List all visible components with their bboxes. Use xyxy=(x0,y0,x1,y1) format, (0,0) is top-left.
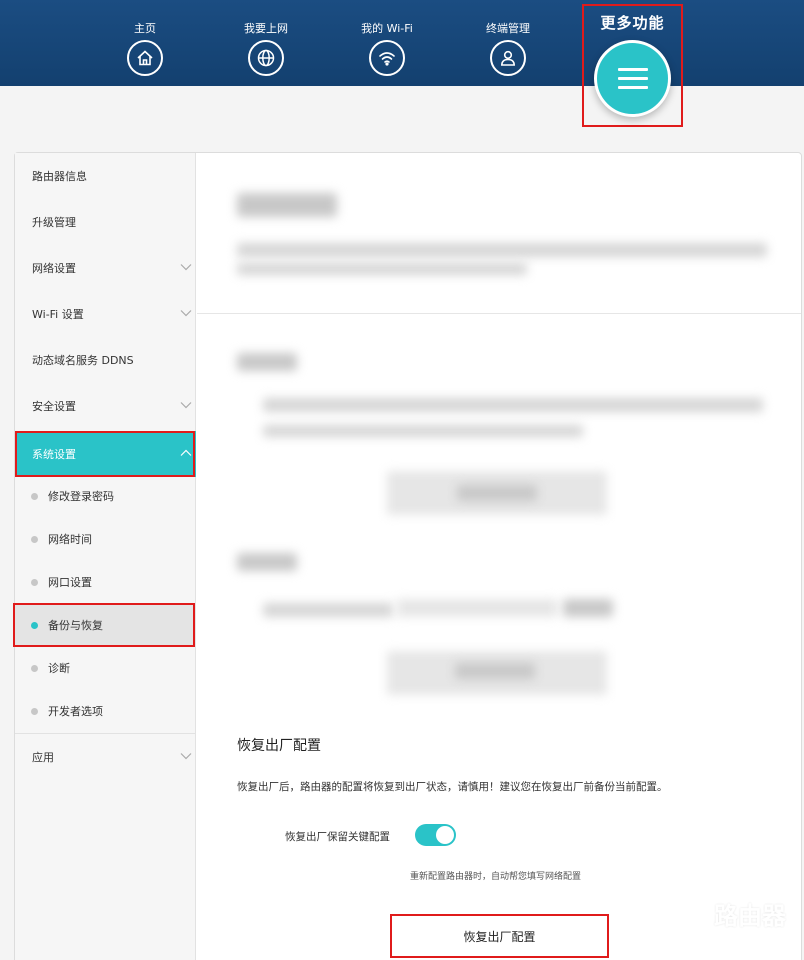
nav-item-devices[interactable]: 终端管理 xyxy=(463,22,553,76)
sidebar-subitem-label: 修改登录密码 xyxy=(48,490,114,503)
content-area: 恢复出厂配置 恢复出厂后，路由器的配置将恢复到出厂状态，请慎用！建议您在恢复出厂… xyxy=(197,153,801,960)
nav-item-internet[interactable]: 我要上网 xyxy=(221,22,311,76)
watermark-logo: 路由器 luyouqi.com xyxy=(660,896,800,944)
toggle-knob xyxy=(436,826,454,844)
divider xyxy=(197,313,801,314)
nav-item-home[interactable]: 主页 xyxy=(100,22,190,76)
home-icon xyxy=(127,40,163,76)
router-icon xyxy=(660,898,704,942)
nav-internet-label: 我要上网 xyxy=(244,22,288,35)
keep-config-label: 恢复出厂保留关键配置 xyxy=(285,831,390,843)
factory-reset-title: 恢复出厂配置 xyxy=(237,738,321,754)
nav-home-label: 主页 xyxy=(134,22,156,35)
sidebar-item-wifi[interactable]: Wi-Fi 设置 xyxy=(15,291,196,337)
chevron-down-icon xyxy=(180,750,192,760)
sidebar-item-apps[interactable]: 应用 xyxy=(15,734,196,780)
sidebar-item-label: 动态域名服务 DDNS xyxy=(32,354,134,367)
top-nav-bar: 主页 我要上网 我的 Wi-Fi 终端管理 xyxy=(0,0,804,86)
sidebar-item-security[interactable]: 安全设置 xyxy=(15,383,196,429)
menu-icon xyxy=(594,40,671,117)
sidebar-subitem-label: 诊断 xyxy=(48,662,70,675)
wifi-icon xyxy=(369,40,405,76)
chevron-down-icon xyxy=(180,307,192,317)
keep-config-hint: 重新配置路由器时，自动帮您填写网络配置 xyxy=(410,872,582,882)
sidebar-item-network[interactable]: 网络设置 xyxy=(15,245,196,291)
chevron-down-icon xyxy=(180,261,192,271)
chevron-down-icon xyxy=(180,399,192,409)
highlight-frame xyxy=(15,431,195,477)
bullet-icon xyxy=(31,579,38,586)
nav-more-label: 更多功能 xyxy=(600,14,665,32)
sidebar-subitem-time[interactable]: 网络时间 xyxy=(15,518,196,560)
sidebar-item-label: Wi-Fi 设置 xyxy=(32,308,84,321)
sidebar-subitem-label: 开发者选项 xyxy=(48,705,103,718)
sidebar-item-router-info[interactable]: 路由器信息 xyxy=(15,153,196,199)
nav-wifi-label: 我的 Wi-Fi xyxy=(361,22,413,35)
sidebar-item-label: 网络设置 xyxy=(32,262,76,275)
sidebar-subitem-port[interactable]: 网口设置 xyxy=(15,561,196,603)
sidebar-subitem-password[interactable]: 修改登录密码 xyxy=(15,475,196,517)
user-icon xyxy=(490,40,526,76)
sidebar-item-label: 升级管理 xyxy=(32,216,76,229)
sidebar-item-label: 安全设置 xyxy=(32,400,76,413)
bullet-icon xyxy=(31,536,38,543)
sidebar: 路由器信息 升级管理 网络设置 Wi-Fi 设置 动态域名服务 DDNS 安全设… xyxy=(13,153,196,960)
watermark-url: luyouqi.com xyxy=(718,926,780,937)
sidebar-subitem-developer[interactable]: 开发者选项 xyxy=(15,690,196,732)
sidebar-subitem-diagnose[interactable]: 诊断 xyxy=(15,647,196,689)
factory-reset-description: 恢复出厂后，路由器的配置将恢复到出厂状态，请慎用！建议您在恢复出厂前备份当前配置… xyxy=(237,781,668,793)
sidebar-item-label: 应用 xyxy=(32,751,54,764)
sidebar-subitem-label: 网络时间 xyxy=(48,533,92,546)
globe-icon xyxy=(248,40,284,76)
nav-devices-label: 终端管理 xyxy=(486,22,530,35)
nav-item-wifi[interactable]: 我的 Wi-Fi xyxy=(342,22,432,76)
nav-item-more[interactable]: 更多功能 xyxy=(582,4,683,127)
bullet-icon xyxy=(31,708,38,715)
sidebar-item-upgrade[interactable]: 升级管理 xyxy=(15,199,196,245)
settings-panel: 路由器信息 升级管理 网络设置 Wi-Fi 设置 动态域名服务 DDNS 安全设… xyxy=(13,152,802,960)
bullet-icon xyxy=(31,665,38,672)
keep-config-toggle[interactable] xyxy=(415,824,456,846)
sidebar-item-label: 路由器信息 xyxy=(32,170,87,183)
blurred-region xyxy=(197,153,801,713)
bullet-icon xyxy=(31,493,38,500)
sidebar-subitem-label: 网口设置 xyxy=(48,576,92,589)
factory-reset-button[interactable]: 恢复出厂配置 xyxy=(390,914,609,958)
sidebar-item-ddns[interactable]: 动态域名服务 DDNS xyxy=(15,337,196,383)
highlight-frame xyxy=(13,603,195,647)
